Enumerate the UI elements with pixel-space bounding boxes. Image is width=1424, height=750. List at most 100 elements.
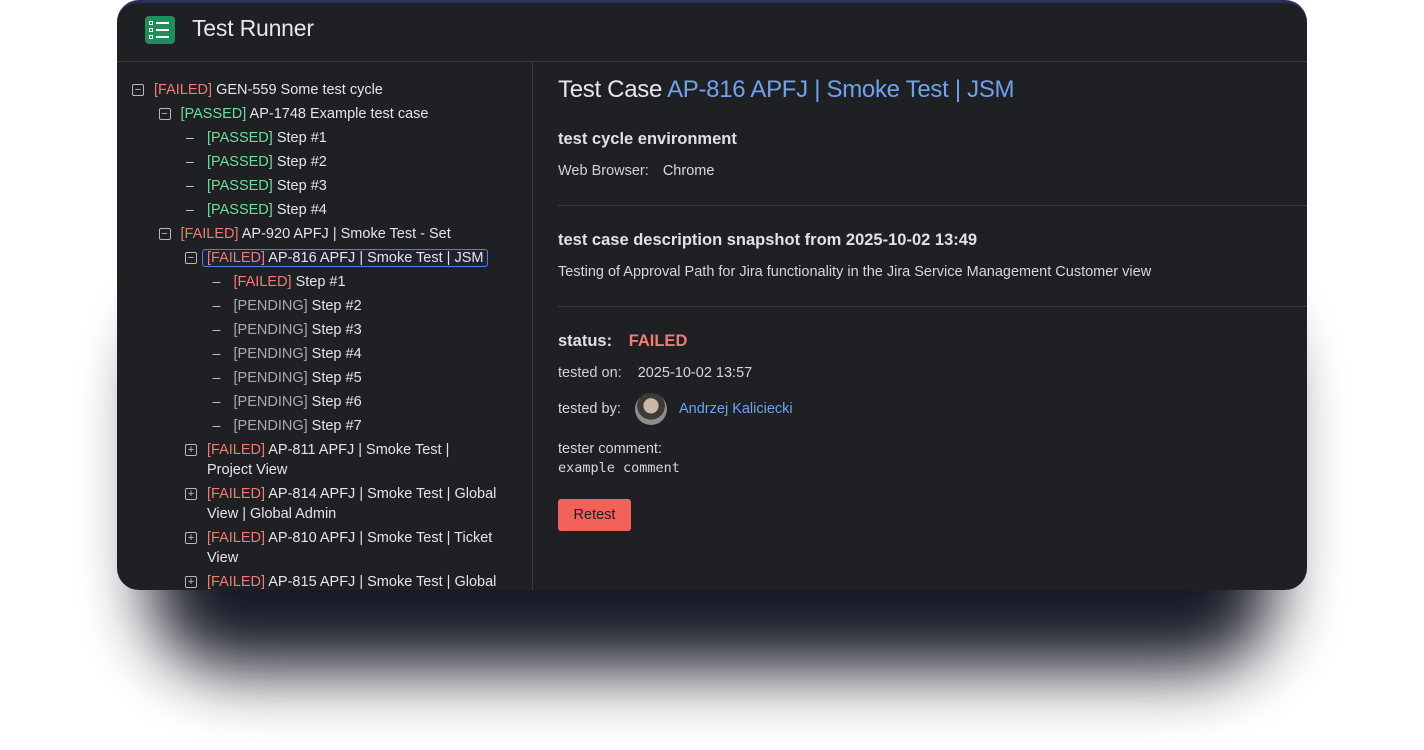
env-heading: test cycle environment [558, 130, 737, 148]
tree-node-status: [PASSED] [180, 106, 247, 122]
divider [558, 306, 1307, 307]
tree-node[interactable]: [PASSED] AP-1748 Example test case [181, 104, 429, 124]
tree-leaf-dash: – [186, 129, 194, 145]
tree-leaf-dash: – [212, 321, 221, 337]
status-badge: FAILED [628, 332, 688, 350]
tree-node-status: [FAILED] [180, 226, 239, 242]
tree-node-label: Step #6 [311, 394, 362, 410]
tree-node-label: Step #2 [311, 298, 362, 314]
tree-node-label: Step #4 [276, 202, 327, 218]
tree-node-label: Step #5 [311, 370, 362, 386]
tree-node-label: AP-815 APFJ | Smoke Test | Global [268, 574, 497, 590]
status-row: status: FAILED [558, 332, 687, 351]
tree-node-label: AP-920 APFJ | Smoke Test - Set [241, 226, 451, 242]
tree-node-label: Step #2 [276, 154, 327, 170]
env-label: Web Browser: [558, 163, 649, 179]
title-prefix: Test Case [558, 76, 663, 103]
avatar [635, 393, 667, 425]
tree-node[interactable]: [FAILED] Step #1 [234, 272, 346, 292]
divider [558, 205, 1307, 206]
tree-node[interactable]: [PENDING] Step #2 [234, 296, 362, 316]
tree-node-label: Step #3 [311, 322, 362, 338]
tree-node[interactable]: [PASSED] Step #3 [207, 176, 327, 196]
app-window: Test Runner − [FAILED] GEN-559 Some test … [117, 0, 1307, 590]
tree-node-status: [PENDING] [233, 322, 308, 338]
tested-on-label: tested on: [558, 365, 622, 381]
tree-node[interactable]: [FAILED] AP-920 APFJ | Smoke Test - Set [181, 224, 451, 244]
test-tree-panel: − [FAILED] GEN-559 Some test cycle − [PASSE… [117, 62, 533, 590]
tree-node-status: [PENDING] [233, 298, 308, 314]
tree-node[interactable]: [FAILED] AP-811 APFJ | Smoke Test | Proj… [207, 440, 497, 480]
tree-node-label: AP-816 APFJ | Smoke Test | JSM [268, 250, 484, 266]
checklist-icon [145, 16, 175, 44]
tree-node[interactable]: [PASSED] Step #1 [207, 128, 327, 148]
tree-node-status: [FAILED] [207, 574, 266, 590]
tree-node-label: GEN-559 Some test cycle [216, 82, 383, 98]
tree-node[interactable]: [FAILED] AP-810 APFJ | Smoke Test | Tick… [207, 528, 497, 568]
page-title: Test Case AP-816 APFJ | Smoke Test | JSM [558, 76, 1015, 104]
tree-node-label: Step #4 [311, 346, 362, 362]
tree-node[interactable]: [PENDING] Step #3 [234, 320, 362, 340]
tree-leaf-dash: – [212, 345, 221, 361]
test-case-key-link[interactable]: AP-816 APFJ | Smoke Test | JSM [667, 76, 1014, 103]
collapse-icon[interactable]: − [158, 108, 171, 120]
tree-leaf-dash: – [212, 393, 221, 409]
tree-node-status: [PENDING] [233, 370, 308, 386]
collapse-icon[interactable]: − [158, 228, 171, 240]
tree-node[interactable]: [FAILED] GEN-559 Some test cycle [154, 80, 383, 100]
status-label: status: [558, 332, 613, 350]
tree-node-label: Step #1 [276, 130, 327, 146]
tree-node[interactable]: [FAILED] AP-815 APFJ | Smoke Test | Glob… [207, 572, 496, 590]
tree-node-label: Step #1 [295, 274, 346, 290]
tree-node-status: [FAILED] [233, 274, 292, 290]
tree-node-status: [FAILED] [207, 250, 266, 266]
tree-node[interactable]: [PENDING] Step #7 [234, 416, 362, 436]
tree-node[interactable]: [PENDING] Step #6 [234, 392, 362, 412]
tree-leaf-dash: – [212, 369, 221, 385]
env-row: Web Browser: Chrome [558, 163, 714, 179]
tree-node-status: [FAILED] [154, 82, 213, 98]
tree-leaf-dash: – [186, 177, 194, 193]
tree-node[interactable]: [PENDING] Step #5 [234, 368, 362, 388]
retest-button[interactable]: Retest [558, 499, 631, 531]
tree-leaf-dash: – [212, 417, 221, 433]
tree-leaf-dash: – [186, 201, 194, 217]
tree-leaf-dash: – [212, 297, 221, 313]
tested-by-label: tested by: [558, 401, 621, 417]
tree-node-status: [PASSED] [207, 202, 273, 218]
tree-node[interactable]: [PASSED] Step #2 [207, 152, 327, 172]
tree-node[interactable]: [FAILED] AP-814 APFJ | Smoke Test | Glob… [207, 484, 497, 524]
tree-node-label: Step #7 [311, 418, 362, 434]
tester-link[interactable]: Andrzej Kaliciecki [679, 401, 793, 417]
tree-node-status: [PASSED] [207, 130, 273, 146]
tested-on-value: 2025-10-02 13:57 [637, 365, 753, 381]
tested-on-row: tested on: 2025-10-02 13:57 [558, 365, 752, 381]
tree-node-status: [PASSED] [207, 154, 273, 170]
tree-leaf-dash: – [186, 153, 194, 169]
tree-node[interactable]: [FAILED] AP-816 APFJ | Smoke Test | JSM [202, 248, 489, 268]
tree-leaf-dash: – [212, 273, 221, 289]
tree-node-status: [PENDING] [233, 346, 308, 362]
tree-node[interactable]: [PASSED] Step #4 [207, 200, 327, 220]
expand-icon[interactable]: + [185, 444, 197, 456]
tree-node-label: Step #3 [276, 178, 327, 194]
collapse-icon[interactable]: − [185, 252, 197, 264]
comment-label: tester comment: [558, 441, 662, 457]
comment-value: example comment [558, 460, 680, 476]
expand-icon[interactable]: + [185, 488, 197, 500]
tree-node-status: [PENDING] [233, 394, 308, 410]
desc-text: Testing of Approval Path for Jira functi… [558, 264, 1152, 280]
tree-node-label: AP-1748 Example test case [249, 106, 429, 122]
collapse-icon[interactable]: − [132, 84, 144, 96]
tree-node-status: [PENDING] [233, 418, 308, 434]
tree-node[interactable]: [PENDING] Step #4 [234, 344, 362, 364]
tree-node-status: [FAILED] [207, 486, 266, 502]
desc-heading: test case description snapshot from 2025… [558, 231, 978, 249]
expand-icon[interactable]: + [185, 532, 197, 544]
detail-panel: Test Case AP-816 APFJ | Smoke Test | JSM… [558, 62, 1307, 590]
env-value: Chrome [662, 163, 715, 179]
app-title: Test Runner [192, 15, 314, 41]
expand-icon[interactable]: + [185, 576, 197, 588]
tree-node-status: [FAILED] [207, 442, 266, 458]
tree-node-status: [PASSED] [207, 178, 273, 194]
